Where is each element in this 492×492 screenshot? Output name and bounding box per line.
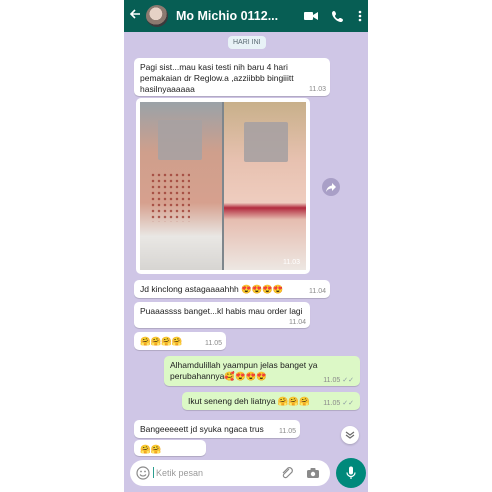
message-incoming[interactable]: Pagi sist...mau kasi testi nih baru 4 ha… [134, 58, 330, 96]
more-vert-icon[interactable] [358, 10, 362, 22]
message-incoming[interactable]: 🤗🤗🤗🤗 11.05 [134, 332, 226, 350]
message-incoming[interactable]: Jd kinclong astagaaaahhh 😍😍😍😍 11.04 [134, 280, 330, 298]
date-chip: HARI INI [228, 36, 266, 49]
message-text: Jd kinclong astagaaaahhh [140, 284, 239, 294]
emoji-row: 🤗🤗 [140, 444, 162, 454]
emoji-row: 😍😍😍😍 [241, 284, 284, 294]
message-time: 11.05 [205, 340, 222, 347]
double-check-icon: ✓✓ [342, 400, 354, 407]
message-text: Bangeeeeett jd syuka ngaca trus [140, 424, 264, 434]
emoji-row: 🤗🤗🤗🤗 [140, 336, 183, 346]
message-text: Ikut seneng deh liatnya [188, 396, 276, 406]
message-incoming[interactable]: 🤗🤗 [134, 440, 206, 456]
message-input-bar: Ketik pesan [130, 460, 330, 486]
camera-icon[interactable] [306, 466, 320, 484]
message-time: 11.03 [309, 86, 326, 93]
attach-icon[interactable] [280, 466, 294, 485]
emoji-icon[interactable] [136, 466, 150, 485]
mic-button[interactable] [336, 458, 366, 488]
message-incoming[interactable]: Bangeeeeett jd syuka ngaca trus 11.05 [134, 420, 300, 438]
photo-before [140, 102, 222, 270]
message-incoming[interactable]: Puaaassss banget...kl habis mau order la… [134, 302, 310, 328]
message-time: 11.05 [323, 377, 341, 384]
message-input[interactable]: Ketik pesan [152, 467, 203, 478]
photo-before-after[interactable]: 11.03 [140, 102, 306, 270]
contact-name[interactable]: Mo Michio 0112... [176, 9, 278, 23]
forward-button[interactable] [322, 178, 340, 196]
header-actions [304, 0, 362, 32]
message-outgoing[interactable]: Alhamdulillah yaampun jelas banget ya pe… [164, 356, 360, 386]
message-text: Pagi sist...mau kasi testi nih baru 4 ha… [140, 62, 294, 94]
emoji-row: 🥰😍😍😍 [224, 371, 267, 381]
message-text: Puaaassss banget...kl habis mau order la… [140, 306, 303, 316]
message-time: 11.05 [323, 400, 341, 407]
message-time: 11.04 [289, 319, 306, 326]
avatar[interactable] [146, 5, 168, 27]
message-outgoing[interactable]: Ikut seneng deh liatnya 🤗🤗🤗 11.05 ✓✓ [182, 392, 360, 410]
message-time: 11.04 [309, 288, 326, 295]
video-call-icon[interactable] [304, 11, 318, 21]
message-time: 11.05 [279, 428, 296, 435]
phone-icon[interactable] [332, 10, 344, 22]
image-message[interactable]: 11.03 [136, 98, 310, 274]
chat-header: Mo Michio 0112... [124, 0, 368, 32]
emoji-row: 🤗🤗🤗 [277, 396, 310, 406]
message-time: 11.03 [283, 259, 300, 266]
double-check-icon: ✓✓ [342, 377, 354, 384]
back-arrow-icon[interactable] [126, 7, 144, 25]
scroll-down-button[interactable] [341, 426, 359, 444]
photo-after [224, 102, 306, 270]
